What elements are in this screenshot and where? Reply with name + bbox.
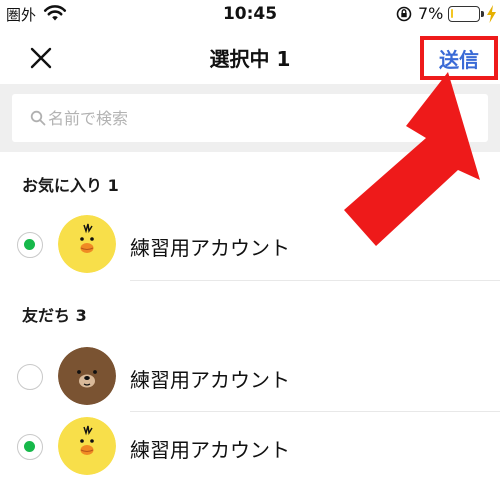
favorites-section-header: お気に入り 1 bbox=[22, 176, 119, 195]
charging-bolt-icon bbox=[487, 5, 496, 23]
search-icon bbox=[30, 110, 46, 126]
avatar-sally-duck bbox=[58, 417, 116, 475]
search-area bbox=[0, 84, 500, 152]
favorite-item-1[interactable]: 練習用アカウント bbox=[0, 210, 500, 280]
battery-percent: 7% bbox=[418, 4, 444, 23]
radio-selected-dot bbox=[24, 239, 35, 250]
contact-name: 練習用アカウント bbox=[130, 236, 290, 260]
battery-tip bbox=[481, 11, 484, 17]
status-bar: 圏外 10:45 7% bbox=[0, 0, 500, 30]
duck-icon bbox=[58, 417, 116, 475]
close-icon bbox=[30, 47, 52, 69]
close-button[interactable] bbox=[26, 43, 56, 73]
select-radio[interactable] bbox=[17, 434, 43, 460]
top-bar: 選択中 1 送信 bbox=[0, 30, 500, 84]
send-button[interactable]: 送信 bbox=[420, 36, 498, 80]
rotation-lock-icon bbox=[396, 6, 412, 22]
bear-icon bbox=[58, 347, 116, 405]
search-box bbox=[12, 94, 488, 142]
friend-item-2[interactable]: 練習用アカウント bbox=[0, 412, 500, 482]
avatar-sally-duck bbox=[58, 215, 116, 273]
duck-icon bbox=[58, 215, 116, 273]
avatar-brown-bear bbox=[58, 347, 116, 405]
friend-item-1[interactable]: 練習用アカウント bbox=[0, 342, 500, 412]
contact-name: 練習用アカウント bbox=[130, 368, 290, 392]
row-divider bbox=[130, 280, 500, 281]
search-input[interactable] bbox=[48, 94, 478, 142]
battery-icon bbox=[448, 6, 480, 22]
radio-selected-dot bbox=[24, 441, 35, 452]
contact-name: 練習用アカウント bbox=[130, 438, 290, 462]
battery-level bbox=[451, 9, 453, 18]
friends-section-header: 友だち 3 bbox=[22, 306, 87, 325]
select-radio[interactable] bbox=[17, 364, 43, 390]
select-radio[interactable] bbox=[17, 232, 43, 258]
